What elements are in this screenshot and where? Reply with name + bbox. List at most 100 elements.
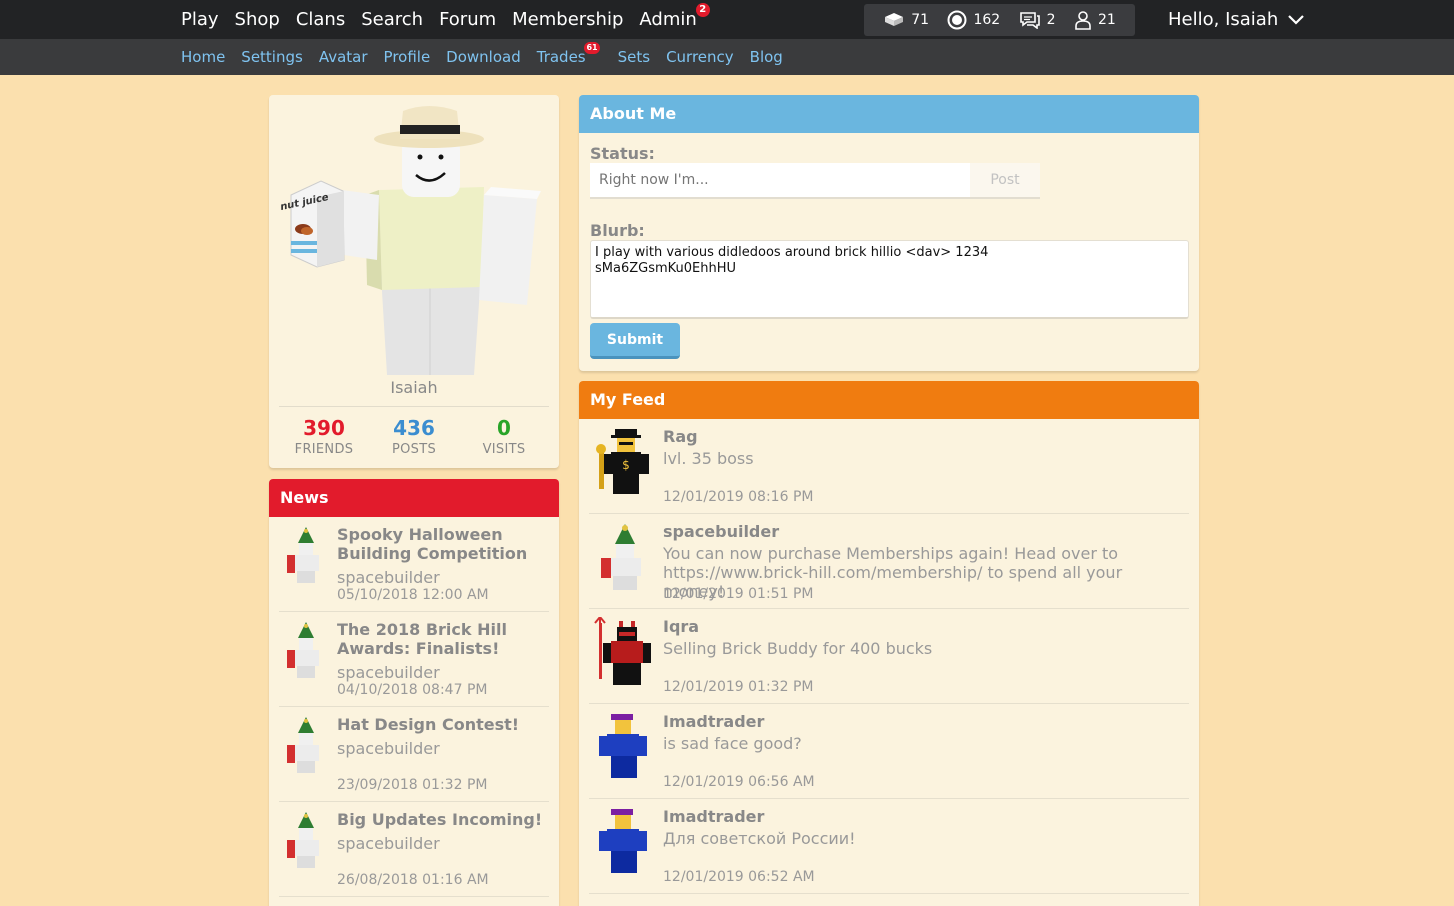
news-item[interactable]: Big Updates Incoming! spacebuilder 26/08… (279, 802, 549, 897)
feed-item[interactable]: Imadtrader Для советской России! 12/01/2… (589, 799, 1189, 894)
posts-count: 436 (393, 416, 435, 440)
sub-navbar: Home Settings Avatar Profile Download Tr… (0, 39, 1454, 75)
news-item-date: 26/08/2018 01:16 AM (337, 872, 489, 888)
nav-search[interactable]: Search (361, 9, 423, 30)
juice-carton-icon: nut juice (279, 180, 345, 268)
profile-username: Isaiah (390, 378, 438, 397)
nav-search-label: Search (361, 9, 424, 30)
subnav-settings[interactable]: Settings (241, 48, 303, 66)
subnav-sets[interactable]: Sets (618, 48, 650, 66)
spacebuilder-avatar (287, 717, 319, 773)
friend-requests-stat[interactable]: 21 (1074, 10, 1116, 30)
feed-item-name[interactable]: spacebuilder (663, 522, 779, 541)
trades-badge: 61 (584, 42, 600, 54)
feed-item-message: Selling Brick Buddy for 400 bucks (663, 639, 933, 658)
nav-shop[interactable]: Shop (235, 9, 280, 30)
news-item-author: spacebuilder (337, 834, 440, 853)
user-menu[interactable]: Hello, Isaiah (1168, 0, 1305, 39)
news-item-author: spacebuilder (337, 663, 440, 682)
news-item-author: spacebuilder (337, 568, 440, 587)
friends-stat[interactable]: 390 FRIENDS (279, 416, 369, 457)
subnav-home[interactable]: Home (181, 48, 225, 66)
subnav-profile[interactable]: Profile (384, 48, 431, 66)
subnav-blog[interactable]: Blog (750, 48, 783, 66)
nav-play[interactable]: Play (181, 9, 219, 30)
nav-shop-label: Shop (234, 9, 280, 30)
visits-stat: 0 VISITS (459, 416, 549, 457)
trader-avatar (599, 714, 647, 778)
news-item[interactable]: Spooky Halloween Building Competition sp… (279, 517, 549, 612)
spacebuilder-avatar (287, 812, 319, 868)
nav-forum[interactable]: Forum (439, 9, 496, 30)
news-item[interactable]: Hat Design Contest! spacebuilder 23/09/2… (279, 707, 549, 802)
avatar: nut juice (269, 95, 559, 375)
news-item[interactable]: The 2018 Brick Hill Awards: Finalists! s… (279, 612, 549, 707)
my-feed-card: My Feed $ Rag lvl. 35 boss 12/01/2019 08… (579, 381, 1199, 906)
feed-item-message: lvl. 35 boss (663, 449, 754, 468)
feed-item-name[interactable]: Rag (663, 427, 698, 446)
trader-avatar (599, 809, 647, 873)
news-item-title: Hat Design Contest! (337, 715, 520, 734)
spacebuilder-avatar (287, 527, 319, 583)
bricks-stat[interactable]: 71 (883, 12, 929, 28)
messages-stat[interactable]: 2 (1019, 11, 1056, 29)
nav-play-label: Play (181, 9, 219, 30)
subnav-trades-label: Trades (536, 48, 586, 66)
feed-item-name[interactable]: Imadtrader (663, 807, 764, 826)
user-icon (1075, 11, 1091, 30)
post-button[interactable]: Post (970, 163, 1040, 199)
currency-stats: 71 162 2 21 (864, 4, 1135, 36)
svg-text:$: $ (622, 458, 630, 472)
feed-item-date: 12/01/2019 06:56 AM (663, 774, 815, 790)
subnav-currency[interactable]: Currency (666, 48, 734, 66)
top-navbar: Play Shop Clans Search Forum Membership … (0, 0, 1454, 39)
feed-item-date: 12/01/2019 06:52 AM (663, 869, 815, 885)
news-item-date: 05/10/2018 12:00 AM (337, 587, 489, 603)
messages-icon (1019, 12, 1040, 29)
blurb-label: Blurb: (590, 221, 645, 240)
feed-item-message: Для советской России! (663, 829, 856, 848)
nav-clans-label: Clans (295, 9, 346, 30)
submit-button[interactable]: Submit (590, 323, 680, 359)
feed-item[interactable]: $ Rag lvl. 35 boss 12/01/2019 08:16 PM (589, 419, 1189, 514)
feed-item[interactable]: spacebuilder You can now purchase Member… (589, 514, 1189, 609)
my-feed-title: My Feed (579, 381, 1199, 419)
news-item-title: The 2018 Brick Hill Awards: Finalists! (337, 620, 507, 658)
main-nav: Play Shop Clans Search Forum Membership … (181, 0, 713, 39)
status-input[interactable] (590, 163, 970, 199)
friend-requests-count: 21 (1097, 12, 1116, 28)
subnav-avatar-label: Avatar (318, 48, 368, 66)
feed-item[interactable]: Imadtrader is sad face good? 12/01/2019 … (589, 704, 1189, 799)
news-card: News Spooky Halloween Building Competiti… (269, 479, 559, 906)
bits-icon (947, 10, 967, 30)
bricks-icon (885, 13, 904, 26)
subnav-sets-label: Sets (617, 48, 651, 66)
bits-stat[interactable]: 162 (947, 10, 1000, 30)
messages-count: 2 (1046, 12, 1056, 28)
about-me-title: About Me (579, 95, 1199, 133)
feed-item-name[interactable]: Imadtrader (663, 712, 764, 731)
subnav-trades[interactable]: Trades 61 (536, 42, 600, 66)
nav-admin[interactable]: Admin 2 (639, 3, 710, 30)
feed-item[interactable]: Iqra Selling Brick Buddy for 400 bucks 1… (589, 609, 1189, 704)
news-item-title: Spooky Halloween Building Competition (337, 525, 528, 563)
visits-label: VISITS (482, 442, 526, 457)
nav-membership[interactable]: Membership (512, 9, 623, 30)
feed-item-date: 12/01/2019 08:16 PM (663, 489, 814, 505)
blurb-textarea[interactable]: I play with various didledoos around bri… (590, 240, 1189, 319)
rag-avatar: $ (596, 429, 649, 494)
nav-clans[interactable]: Clans (296, 9, 345, 30)
feed-item-name[interactable]: Iqra (663, 617, 699, 636)
chevron-down-icon (1288, 14, 1305, 25)
subnav-download[interactable]: Download (446, 48, 521, 66)
news-item-date: 23/09/2018 01:32 PM (337, 777, 488, 793)
feed-item-date: 12/01/2019 01:32 PM (663, 679, 814, 695)
subnav-avatar[interactable]: Avatar (319, 48, 368, 66)
visits-count: 0 (497, 416, 511, 440)
feed-item-message: is sad face good? (663, 734, 802, 753)
profile-divider (279, 406, 549, 407)
posts-label: POSTS (391, 442, 437, 457)
posts-stat[interactable]: 436 POSTS (369, 416, 459, 457)
status-label: Status: (590, 144, 655, 163)
subnav-download-label: Download (446, 48, 521, 66)
